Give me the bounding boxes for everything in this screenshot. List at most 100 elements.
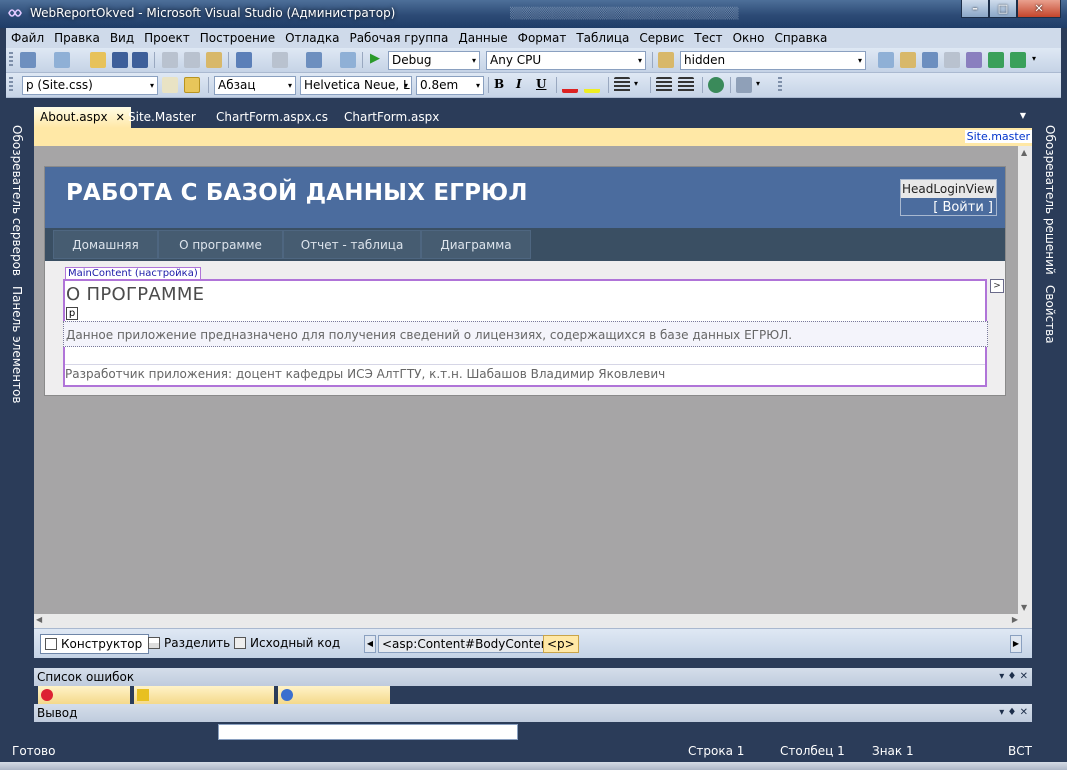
design-surface[interactable]: РАБОТА С БАЗОЙ ДАННЫХ ЕГРЮЛ HeadLoginVie… — [34, 146, 1018, 614]
object-browser-icon[interactable] — [944, 52, 960, 68]
menu-project[interactable]: Проект — [139, 28, 195, 48]
output-header[interactable]: Вывод ▾ ♦ ✕ — [34, 704, 1032, 722]
extension-manager-icon[interactable] — [1010, 52, 1026, 68]
side-tab-solution-explorer[interactable]: Обозреватель решений — [1041, 125, 1059, 275]
new-project-icon[interactable] — [20, 52, 36, 68]
scroll-up-icon[interactable]: ▲ — [1021, 148, 1027, 157]
menu-view[interactable]: Вид — [105, 28, 139, 48]
smart-tag-chevron-icon[interactable]: > — [990, 279, 1004, 293]
toolbar-options-icon[interactable]: ▾ — [1032, 54, 1036, 63]
tab-chartform-aspx-cs[interactable]: ChartForm.aspx.cs — [210, 107, 334, 128]
bold-button[interactable]: B — [494, 77, 504, 91]
highlight-color-icon[interactable] — [584, 77, 600, 93]
navigate-backward-icon[interactable] — [306, 52, 322, 68]
errors-filter-tab[interactable] — [38, 686, 130, 704]
target-rule-select[interactable]: p (Site.css) ▾ — [22, 76, 158, 95]
cut-icon[interactable] — [162, 52, 178, 68]
hyperlink-icon[interactable] — [708, 77, 724, 93]
navigate-forward-icon[interactable] — [340, 52, 356, 68]
copy-icon[interactable] — [184, 52, 200, 68]
tab-about-aspx[interactable]: About.aspx ✕ — [34, 107, 131, 128]
side-tab-toolbox[interactable]: Панель элементов — [8, 286, 26, 404]
solution-configuration-select[interactable]: Debug ▾ — [388, 51, 480, 70]
foreground-color-icon[interactable] — [562, 77, 578, 93]
properties-window-icon[interactable] — [922, 52, 938, 68]
developer-paragraph[interactable]: Разработчик приложения: доцент кафедры И… — [65, 367, 665, 381]
crumb-right-icon[interactable]: ▶ — [1010, 635, 1022, 653]
tab-chartform-aspx[interactable]: ChartForm.aspx — [338, 107, 445, 128]
toolbar-grip[interactable] — [778, 77, 782, 93]
underline-button[interactable]: U — [536, 77, 546, 91]
close-button[interactable]: ✕ — [1017, 0, 1061, 18]
save-all-icon[interactable] — [132, 52, 148, 68]
side-tab-properties[interactable]: Свойства — [1041, 285, 1059, 344]
scroll-down-icon[interactable]: ▼ — [1021, 603, 1027, 612]
nav-item-report-table[interactable]: Отчет - таблица — [283, 230, 421, 259]
side-tab-server-explorer[interactable]: Обозреватель серверов — [8, 125, 26, 276]
start-debugging-icon[interactable]: ▶ — [370, 51, 380, 66]
add-item-icon[interactable] — [54, 52, 70, 68]
paste-icon[interactable] — [206, 52, 222, 68]
redo-icon[interactable] — [272, 52, 288, 68]
save-icon[interactable] — [112, 52, 128, 68]
scroll-right-icon[interactable]: ▶ — [1012, 615, 1018, 624]
toolbar-grip[interactable] — [9, 52, 13, 68]
toolbar-grip[interactable] — [9, 77, 13, 93]
find-icon[interactable] — [878, 52, 894, 68]
font-name-select[interactable]: Helvetica Neue, L ▾ — [300, 76, 412, 95]
chevron-down-icon[interactable]: ▾ — [634, 79, 638, 88]
menu-help[interactable]: Справка — [769, 28, 832, 48]
minimize-button[interactable]: – — [961, 0, 989, 18]
menu-data[interactable]: Данные — [453, 28, 512, 48]
menu-build[interactable]: Построение — [195, 28, 280, 48]
tab-site-master[interactable]: Site.Master — [122, 107, 202, 128]
justify-icon[interactable] — [614, 77, 630, 93]
italic-button[interactable]: I — [516, 77, 522, 91]
warnings-filter-tab[interactable] — [134, 686, 274, 704]
panel-controls-icon[interactable]: ▾ ♦ ✕ — [999, 668, 1028, 686]
split-view-button[interactable]: Разделить — [144, 634, 236, 654]
error-list-header[interactable]: Список ошибок ▾ ♦ ✕ — [34, 668, 1032, 686]
find-combo[interactable]: hidden ▾ — [680, 51, 866, 70]
tag-crumb-content[interactable]: <asp:Content#BodyContent> — [378, 635, 568, 653]
toolbox-icon[interactable] — [966, 52, 982, 68]
nav-item-home[interactable]: Домашняя — [53, 230, 158, 259]
menu-table[interactable]: Таблица — [571, 28, 634, 48]
reuse-properties-icon[interactable] — [184, 77, 200, 93]
tag-crumb-p[interactable]: <p> — [543, 635, 579, 653]
start-page-icon[interactable] — [988, 52, 1004, 68]
horizontal-scrollbar[interactable]: ◀ ▶ — [34, 614, 1032, 628]
selected-paragraph[interactable]: Данное приложение предназначено для полу… — [63, 321, 988, 347]
numbered-list-icon[interactable] — [678, 77, 694, 93]
menu-debug[interactable]: Отладка — [280, 28, 344, 48]
nav-item-about[interactable]: О программе — [158, 230, 283, 259]
menu-window[interactable]: Окно — [728, 28, 770, 48]
font-size-select[interactable]: 0.8em ▾ — [416, 76, 484, 95]
menu-team[interactable]: Рабочая группа — [344, 28, 453, 48]
tab-list-dropdown-icon[interactable]: ▼ — [1020, 111, 1026, 120]
block-format-select[interactable]: Абзац ▾ — [214, 76, 296, 95]
output-source-select[interactable] — [218, 724, 518, 740]
panel-controls-icon[interactable]: ▾ ♦ ✕ — [999, 704, 1028, 722]
maximize-button[interactable]: □ — [989, 0, 1017, 18]
menu-format[interactable]: Формат — [513, 28, 572, 48]
chevron-down-icon[interactable]: ▾ — [756, 79, 760, 88]
find-in-files-icon[interactable] — [658, 52, 674, 68]
master-page-link[interactable]: Site.master — [964, 130, 1032, 143]
source-view-button[interactable]: Исходный код — [230, 634, 346, 654]
menu-test[interactable]: Тест — [689, 28, 727, 48]
crumb-left-icon[interactable]: ◀ — [364, 635, 376, 653]
apply-new-style-icon[interactable] — [162, 77, 178, 93]
login-view[interactable]: HeadLoginView [ Войти ] — [900, 179, 997, 216]
design-view-button[interactable]: Конструктор — [40, 634, 150, 654]
solution-explorer-icon[interactable] — [900, 52, 916, 68]
menu-edit[interactable]: Правка — [49, 28, 105, 48]
messages-filter-tab[interactable] — [278, 686, 390, 704]
undo-icon[interactable] — [236, 52, 252, 68]
menu-file[interactable]: Файл — [6, 28, 49, 48]
empty-paragraph[interactable] — [65, 349, 985, 365]
nav-item-chart[interactable]: Диаграмма — [421, 230, 531, 259]
main-content-region[interactable]: О ПРОГРАММЕ p Данное приложение предназн… — [63, 279, 988, 387]
solution-platform-select[interactable]: Any CPU ▾ — [486, 51, 646, 70]
open-folder-icon[interactable] — [90, 52, 106, 68]
